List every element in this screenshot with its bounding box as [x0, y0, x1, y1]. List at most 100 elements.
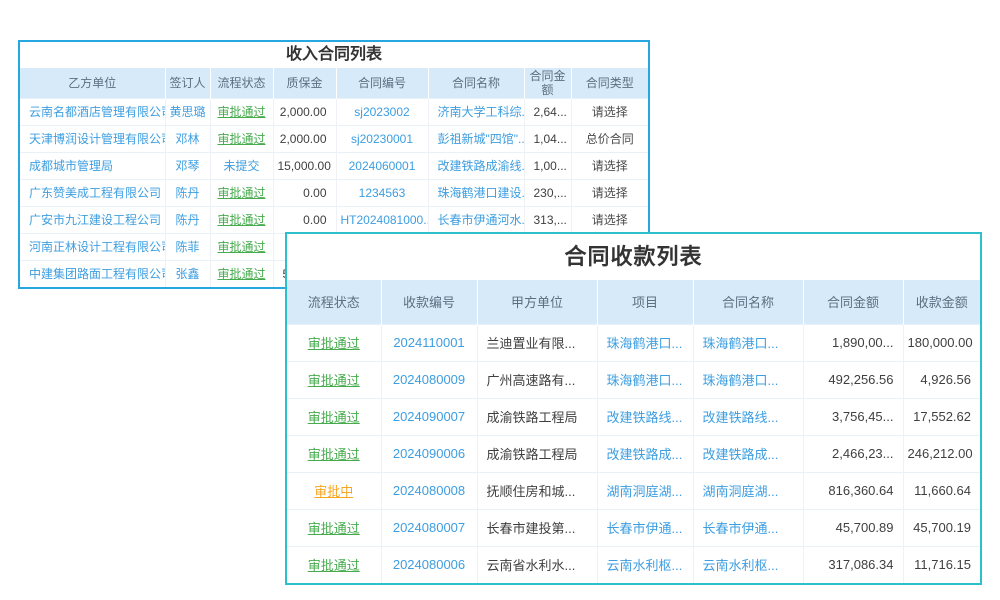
status-link[interactable]: 审批通过	[287, 509, 381, 546]
status-link[interactable]: 审批通过	[210, 206, 273, 233]
col-header-contract-name: 合同名称	[693, 280, 803, 324]
receipt-no-link[interactable]: 2024080007	[381, 509, 477, 546]
col-header-project: 项目	[597, 280, 693, 324]
col-header-contract-no: 合同编号	[336, 68, 428, 98]
project-link[interactable]: 改建铁路线...	[597, 398, 693, 435]
col-header-signer: 签订人	[165, 68, 210, 98]
project-link[interactable]: 改建铁路成...	[597, 435, 693, 472]
receipt-no-link[interactable]: 2024080009	[381, 361, 477, 398]
project-link[interactable]: 珠海鹤港口...	[597, 361, 693, 398]
signer-cell: 邓琴	[165, 152, 210, 179]
status-link[interactable]: 审批通过	[210, 98, 273, 125]
retention-cell: 15,000.00	[273, 152, 336, 179]
table-row: 广东赞美成工程有限公司 陈丹 审批通过 0.00 1234563 珠海鹤港口建设…	[20, 179, 648, 206]
income-table-title: 收入合同列表	[20, 42, 648, 68]
party-b-link[interactable]: 云南名都酒店管理有限公司	[20, 98, 165, 125]
signer-cell: 陈丹	[165, 179, 210, 206]
party-a-cell: 广州高速路有...	[477, 361, 597, 398]
col-header-type: 合同类型	[571, 68, 648, 98]
contract-amount-cell: 1,890,00...	[803, 324, 903, 361]
contract-no-link[interactable]: HT2024081000...	[336, 206, 428, 233]
signer-cell: 黄思璐	[165, 98, 210, 125]
contract-amount-cell: 816,360.64	[803, 472, 903, 509]
project-link[interactable]: 云南水利枢...	[597, 546, 693, 583]
col-header-status: 流程状态	[210, 68, 273, 98]
contract-name-link[interactable]: 改建铁路成渝线...	[428, 152, 524, 179]
status-link[interactable]: 未提交	[210, 152, 273, 179]
contract-name-link[interactable]: 济南大学工科综...	[428, 98, 524, 125]
col-header-status: 流程状态	[287, 280, 381, 324]
party-b-link[interactable]: 广安市九江建设工程公司	[20, 206, 165, 233]
contract-no-link[interactable]: 1234563	[336, 179, 428, 206]
type-cell: 请选择	[571, 152, 648, 179]
contract-no-link[interactable]: sj2023002	[336, 98, 428, 125]
receipt-amount-cell: 17,552.62	[903, 398, 980, 435]
receipt-no-link[interactable]: 2024080008	[381, 472, 477, 509]
receipt-no-link[interactable]: 2024110001	[381, 324, 477, 361]
status-link[interactable]: 审批通过	[287, 361, 381, 398]
party-b-link[interactable]: 广东赞美成工程有限公司	[20, 179, 165, 206]
type-cell: 请选择	[571, 179, 648, 206]
contract-name-link[interactable]: 珠海鹤港口建设...	[428, 179, 524, 206]
status-link[interactable]: 审批通过	[210, 260, 273, 287]
party-a-cell: 抚顺住房和城...	[477, 472, 597, 509]
status-link[interactable]: 审批通过	[287, 324, 381, 361]
signer-cell: 张鑫	[165, 260, 210, 287]
col-header-contract-amount: 合同金额	[803, 280, 903, 324]
party-b-link[interactable]: 成都城市管理局	[20, 152, 165, 179]
party-b-link[interactable]: 天津博润设计管理有限公司	[20, 125, 165, 152]
contract-amount-cell: 317,086.34	[803, 546, 903, 583]
status-link[interactable]: 审批通过	[210, 179, 273, 206]
receipt-no-link[interactable]: 2024080006	[381, 546, 477, 583]
contract-name-link[interactable]: 长春市伊通...	[693, 509, 803, 546]
table-row: 审批中 2024080008 抚顺住房和城... 湖南洞庭湖... 湖南洞庭湖.…	[287, 472, 980, 509]
status-link[interactable]: 审批通过	[210, 125, 273, 152]
receipt-amount-cell: 180,000.00	[903, 324, 980, 361]
contract-no-link[interactable]: 2024060001	[336, 152, 428, 179]
retention-cell: 2,000.00	[273, 98, 336, 125]
type-cell: 请选择	[571, 98, 648, 125]
contract-name-link[interactable]: 彭祖新城"四馆"...	[428, 125, 524, 152]
contract-no-link[interactable]: sj20230001	[336, 125, 428, 152]
project-link[interactable]: 湖南洞庭湖...	[597, 472, 693, 509]
contract-name-link[interactable]: 湖南洞庭湖...	[693, 472, 803, 509]
col-header-party-a: 甲方单位	[477, 280, 597, 324]
amount-cell: 230,...	[524, 179, 571, 206]
party-b-link[interactable]: 河南正林设计工程有限公司	[20, 233, 165, 260]
signer-cell: 邓林	[165, 125, 210, 152]
contract-amount-cell: 3,756,45...	[803, 398, 903, 435]
party-a-cell: 兰迪置业有限...	[477, 324, 597, 361]
status-link[interactable]: 审批通过	[287, 546, 381, 583]
status-link[interactable]: 审批通过	[287, 398, 381, 435]
party-b-link[interactable]: 中建集团路面工程有限公司	[20, 260, 165, 287]
table-row: 天津博润设计管理有限公司 邓林 审批通过 2,000.00 sj20230001…	[20, 125, 648, 152]
receipt-no-link[interactable]: 2024090007	[381, 398, 477, 435]
receipt-amount-cell: 45,700.19	[903, 509, 980, 546]
status-link[interactable]: 审批中	[287, 472, 381, 509]
table-row: 审批通过 2024080009 广州高速路有... 珠海鹤港口... 珠海鹤港口…	[287, 361, 980, 398]
contract-name-link[interactable]: 改建铁路成...	[693, 435, 803, 472]
retention-cell: 2,000.00	[273, 125, 336, 152]
signer-cell: 陈丹	[165, 206, 210, 233]
contract-name-link[interactable]: 长春市伊通河水...	[428, 206, 524, 233]
status-link[interactable]: 审批通过	[287, 435, 381, 472]
project-link[interactable]: 珠海鹤港口...	[597, 324, 693, 361]
income-header-row: 乙方单位 签订人 流程状态 质保金 合同编号 合同名称 合同金额 合同类型	[20, 68, 648, 98]
retention-cell: 0.00	[273, 206, 336, 233]
receipt-no-link[interactable]: 2024090006	[381, 435, 477, 472]
party-a-cell: 成渝铁路工程局	[477, 398, 597, 435]
col-header-retention: 质保金	[273, 68, 336, 98]
table-row: 审批通过 2024090006 成渝铁路工程局 改建铁路成... 改建铁路成..…	[287, 435, 980, 472]
contract-name-link[interactable]: 云南水利枢...	[693, 546, 803, 583]
project-link[interactable]: 长春市伊通...	[597, 509, 693, 546]
status-link[interactable]: 审批通过	[210, 233, 273, 260]
receipt-amount-cell: 11,660.64	[903, 472, 980, 509]
contract-name-link[interactable]: 珠海鹤港口...	[693, 361, 803, 398]
contract-name-link[interactable]: 珠海鹤港口...	[693, 324, 803, 361]
party-a-cell: 长春市建投第...	[477, 509, 597, 546]
col-header-receipt-amount: 收款金额	[903, 280, 980, 324]
receipt-amount-cell: 246,212.00	[903, 435, 980, 472]
contract-name-link[interactable]: 改建铁路线...	[693, 398, 803, 435]
party-a-cell: 成渝铁路工程局	[477, 435, 597, 472]
amount-cell: 2,64...	[524, 98, 571, 125]
